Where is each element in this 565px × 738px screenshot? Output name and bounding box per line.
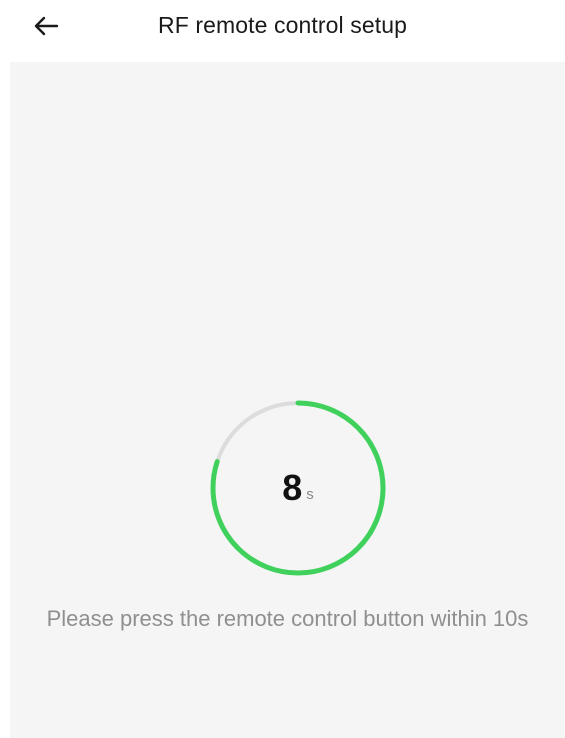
countdown-value: 8 — [282, 467, 303, 508]
countdown-unit: s — [306, 485, 314, 503]
instruction-text: Please press the remote control button w… — [46, 606, 529, 631]
countdown-timer: 8 s — [208, 398, 388, 578]
page-title: RF remote control setup — [157, 12, 407, 38]
setup-panel: 8 s Please press the remote control butt… — [10, 62, 565, 738]
header-bar: RF remote control setup — [0, 0, 565, 52]
